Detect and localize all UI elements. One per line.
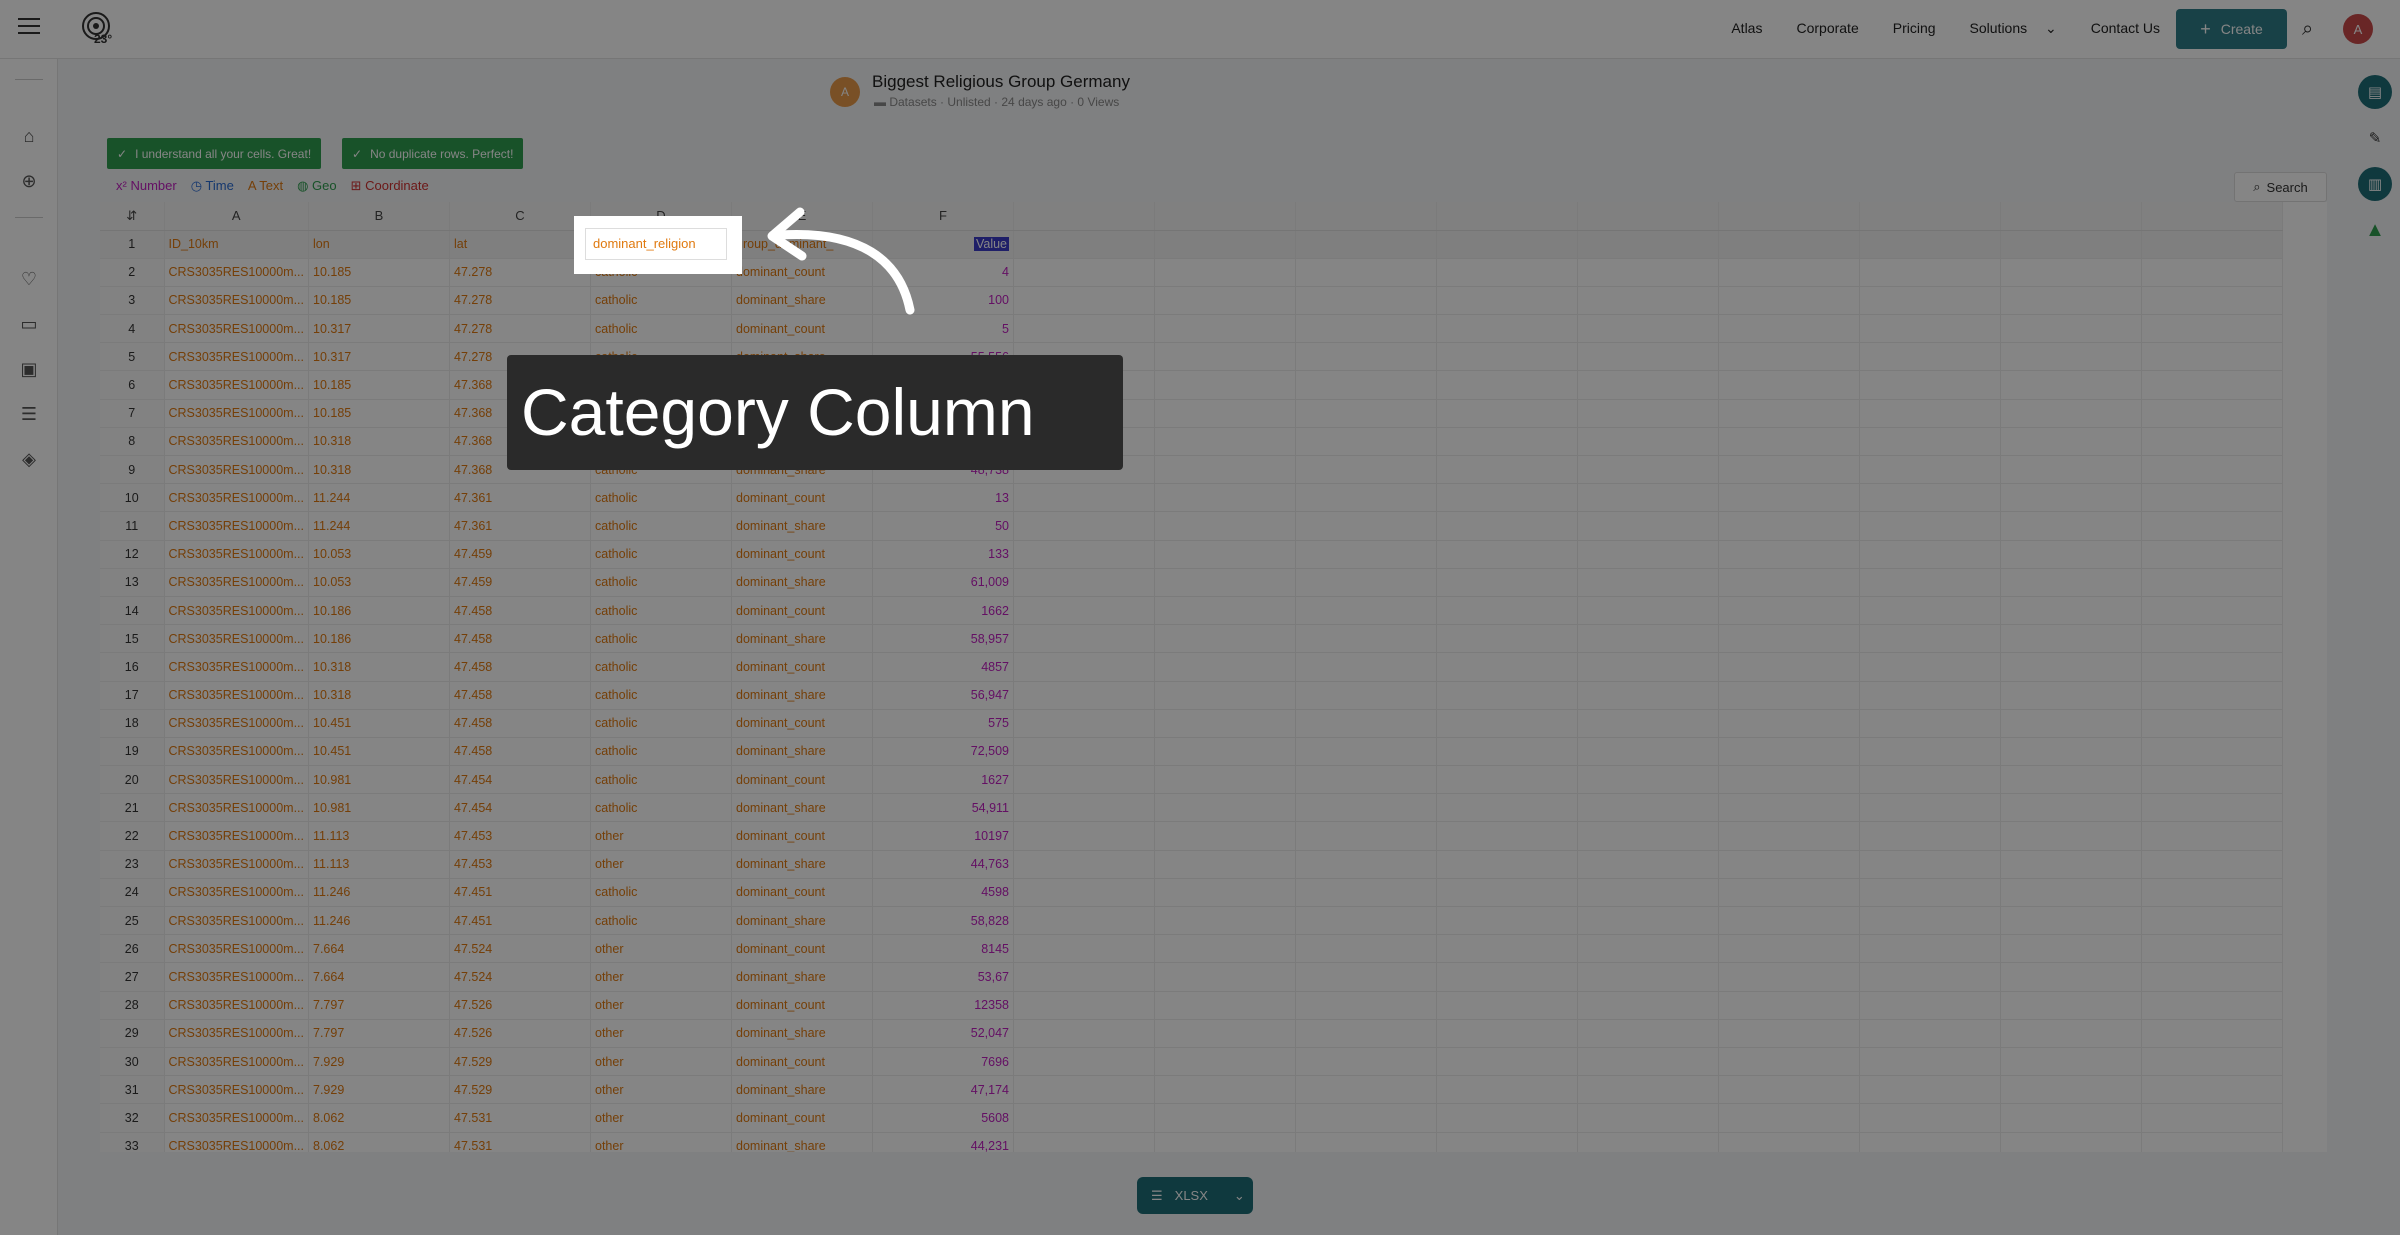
spotlight-cell: dominant_religion (574, 216, 742, 274)
spotlight-cell-value: dominant_religion (585, 228, 727, 260)
pointer-arrow-icon (767, 207, 915, 315)
app-page: 23° Atlas Corporate Pricing Solutions ⌄ … (0, 0, 2400, 1235)
tutorial-overlay (0, 0, 2400, 1235)
tutorial-callout: Category Column (507, 355, 1123, 470)
